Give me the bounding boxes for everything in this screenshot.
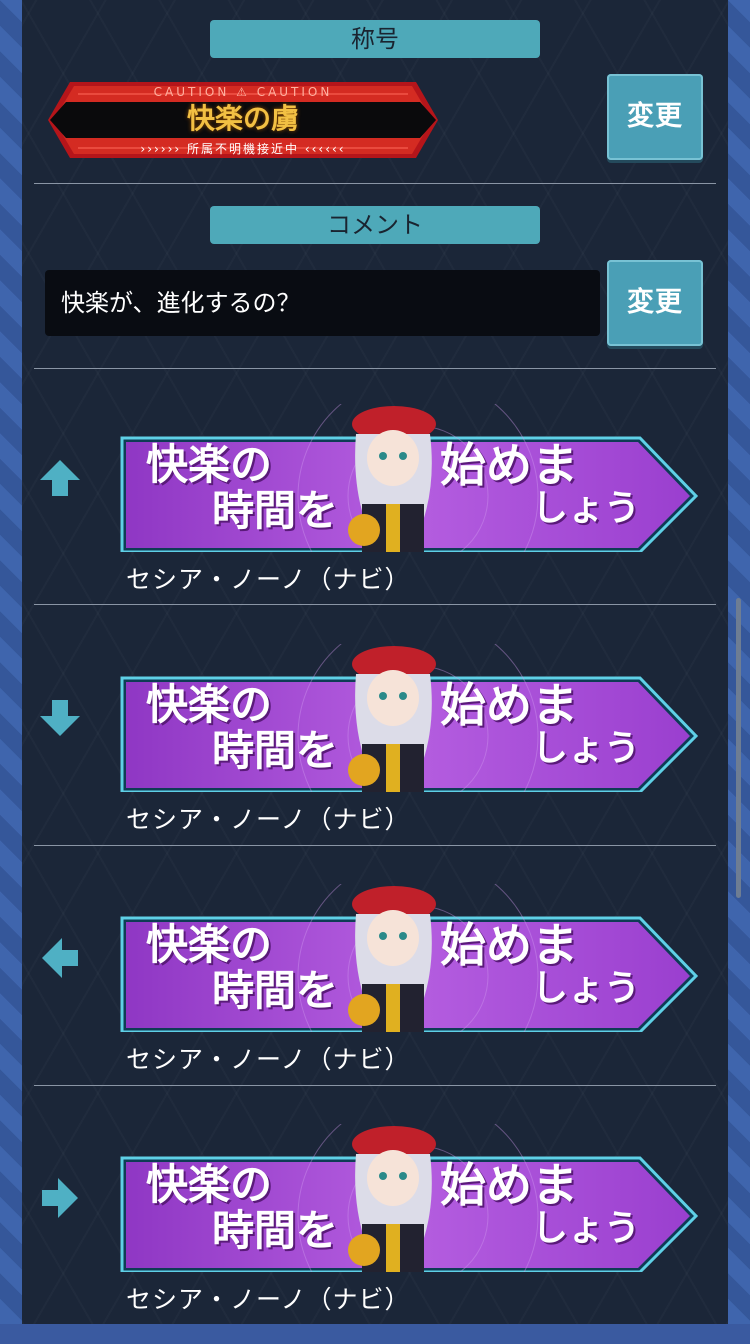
character-portrait xyxy=(348,1126,436,1272)
banner-text: しょう xyxy=(532,487,641,529)
banner-text: しょう xyxy=(532,1207,641,1249)
arrow-up-icon[interactable] xyxy=(36,454,84,502)
divider xyxy=(34,845,716,846)
message-banner[interactable]: 快楽の 時間を 始めま しょう xyxy=(118,404,698,552)
banner-text: 時間を xyxy=(212,486,339,535)
character-portrait xyxy=(348,886,436,1032)
banner-text: 快楽の xyxy=(146,440,273,489)
banner-text: 始めま xyxy=(440,918,578,972)
arrow-down-icon[interactable] xyxy=(36,694,84,742)
scrollbar[interactable] xyxy=(736,598,741,898)
banner-text: 時間を xyxy=(212,726,339,775)
divider xyxy=(34,1085,716,1086)
title-plate-name: 快楽の虜 xyxy=(186,102,299,135)
banner-text: 快楽の xyxy=(146,680,273,729)
banner-text: 時間を xyxy=(212,1206,339,1255)
divider xyxy=(34,368,716,369)
comment-field[interactable]: 快楽が、進化するの？ xyxy=(45,270,600,336)
divider xyxy=(34,604,716,605)
title-plate-caution: CAUTION ⚠ CAUTION xyxy=(153,85,333,99)
title-section-label: 称号 xyxy=(210,20,540,58)
divider xyxy=(34,183,716,184)
banner-text: 快楽の xyxy=(146,920,273,969)
arrow-left-icon[interactable] xyxy=(36,934,84,982)
message-banner[interactable]: 快楽の 時間を 始めま しょう xyxy=(118,644,698,792)
change-comment-button[interactable]: 変更 xyxy=(607,260,703,346)
list-item: 快楽の 時間を 始めま しょう セシア・ノーノ（ナビ） xyxy=(22,1104,728,1344)
profile-panel: 称号 CAUTION ⚠ CAUTION 快楽の虜 ›››››› 所属不明機接近… xyxy=(22,0,741,1324)
banner-text: しょう xyxy=(532,967,641,1009)
list-item: 快楽の 時間を 始めま しょう セシア・ノーノ（ナビ） xyxy=(22,624,728,864)
banner-text: 快楽の xyxy=(146,1160,273,1209)
banner-text: 時間を xyxy=(212,966,339,1015)
banner-text: しょう xyxy=(532,727,641,769)
message-banner[interactable]: 快楽の 時間を 始めま しょう xyxy=(118,884,698,1032)
title-plate: CAUTION ⚠ CAUTION 快楽の虜 ›››››› 所属不明機接近中 ‹… xyxy=(48,82,438,158)
arrow-right-icon[interactable] xyxy=(36,1174,84,1222)
banner-caption: セシア・ノーノ（ナビ） xyxy=(126,1045,411,1074)
character-portrait xyxy=(348,646,436,792)
banner-caption: セシア・ノーノ（ナビ） xyxy=(126,805,411,834)
list-item: 快楽の 時間を 始めま しょう セシア・ノーノ（ナビ） xyxy=(22,384,728,624)
change-title-button[interactable]: 変更 xyxy=(607,74,703,160)
list-item: 快楽の 時間を 始めま しょう セシア・ノーノ（ナビ） xyxy=(22,864,728,1104)
message-banner[interactable]: 快楽の 時間を 始めま しょう xyxy=(118,1124,698,1272)
title-plate-subtitle: ›››››› 所属不明機接近中 ‹‹‹‹‹‹ xyxy=(140,142,346,156)
banner-caption: セシア・ノーノ（ナビ） xyxy=(126,565,411,594)
banner-text: 始めま xyxy=(440,678,578,732)
banner-text: 始めま xyxy=(440,1158,578,1212)
banner-caption: セシア・ノーノ（ナビ） xyxy=(126,1285,411,1314)
background-left xyxy=(0,0,22,1324)
banner-text: 始めま xyxy=(440,438,578,492)
character-portrait xyxy=(348,406,436,552)
comment-section-label: コメント xyxy=(210,206,540,244)
